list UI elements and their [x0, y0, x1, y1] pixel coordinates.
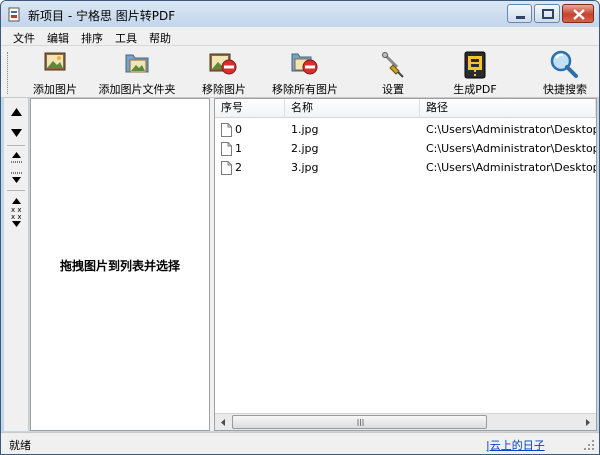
row-path: C:\Users\Administrator\Desktop	[426, 123, 596, 136]
ordering-toolbar: x x x x	[4, 98, 29, 431]
menu-tools[interactable]: 工具	[115, 30, 137, 46]
status-text: 就绪	[9, 439, 31, 452]
file-icon	[221, 161, 232, 175]
menu-bar: 文件 编辑 排序 工具 帮助	[1, 27, 599, 46]
add-image-button[interactable]: 添加图片	[25, 48, 85, 96]
list-header: 序号 名称 路径	[215, 99, 596, 118]
scroll-left-button[interactable]	[215, 414, 232, 430]
remove-all-label: 移除所有图片	[272, 83, 338, 96]
app-window: 新项目 - 宁格思 图片转PDF 文件 编辑 排序 工具 帮助 添加图片 添加图…	[0, 0, 600, 455]
column-header-name[interactable]: 名称	[285, 99, 420, 118]
settings-icon	[382, 52, 404, 78]
move-down-icon	[11, 129, 22, 137]
status-bar: 就绪 |云上的日子	[1, 432, 599, 454]
row-index: 2	[235, 161, 242, 174]
table-row[interactable]: 2 3.jpg C:\Users\Administrator\Desktop	[215, 159, 596, 177]
sort-icon: x x x x	[11, 198, 22, 227]
remove-image-label: 移除图片	[202, 83, 246, 96]
row-name: 3.jpg	[291, 161, 319, 174]
column-header-index[interactable]: 序号	[215, 99, 285, 118]
strip-divider	[7, 145, 25, 146]
file-list: 序号 名称 路径 0 1.jpg C:\Users\Administrator\…	[214, 98, 597, 431]
scroll-right-button[interactable]	[579, 414, 596, 430]
add-folder-label: 添加图片文件夹	[98, 83, 176, 96]
search-icon	[550, 50, 578, 78]
image-drop-area[interactable]: 拖拽图片到列表并选择	[30, 98, 210, 431]
minimize-icon	[516, 16, 525, 19]
move-bottom-button[interactable]	[8, 169, 25, 187]
close-icon	[573, 9, 585, 20]
maximize-icon	[542, 9, 554, 19]
add-folder-icon	[125, 54, 149, 73]
settings-button[interactable]: 设置	[371, 48, 415, 96]
menu-file[interactable]: 文件	[13, 30, 35, 46]
row-name: 1.jpg	[291, 123, 319, 136]
add-folder-button[interactable]: 添加图片文件夹	[95, 48, 179, 96]
move-up-icon	[11, 108, 22, 116]
row-index: 0	[235, 123, 242, 136]
move-up-button[interactable]	[8, 104, 25, 122]
maximize-button[interactable]	[534, 4, 560, 23]
quick-search-label: 快捷搜索	[543, 83, 587, 96]
horizontal-scrollbar[interactable]	[215, 413, 596, 430]
move-top-button[interactable]	[8, 149, 25, 167]
add-image-icon	[44, 52, 66, 71]
move-bottom-icon	[11, 172, 22, 183]
menu-edit[interactable]: 编辑	[47, 30, 69, 46]
add-image-label: 添加图片	[33, 83, 77, 96]
generate-pdf-icon	[464, 51, 486, 79]
toolbar-grip[interactable]	[7, 52, 10, 94]
window-title: 新项目 - 宁格思 图片转PDF	[28, 9, 176, 23]
status-link[interactable]: |云上的日子	[486, 437, 545, 453]
column-header-path[interactable]: 路径	[420, 99, 596, 118]
app-icon	[8, 7, 20, 22]
scrollbar-thumb[interactable]	[232, 415, 487, 429]
move-down-button[interactable]	[8, 124, 25, 142]
remove-all-icon	[291, 53, 318, 75]
generate-pdf-button[interactable]: 生成PDF	[447, 48, 503, 96]
menu-sort[interactable]: 排序	[81, 30, 103, 46]
row-index: 1	[235, 142, 242, 155]
file-icon	[221, 123, 232, 137]
row-path: C:\Users\Administrator\Desktop	[426, 142, 596, 155]
row-path: C:\Users\Administrator\Desktop	[426, 161, 596, 174]
remove-image-button[interactable]: 移除图片	[194, 48, 254, 96]
toolbar: 添加图片 添加图片文件夹 移除图片 移除所有图片 设置 生成PDF 快捷搜索	[1, 46, 599, 98]
file-icon	[221, 142, 232, 156]
quick-search-button[interactable]: 快捷搜索	[535, 48, 595, 96]
menu-help[interactable]: 帮助	[149, 30, 171, 46]
strip-divider	[7, 190, 25, 191]
remove-image-icon	[209, 53, 237, 75]
drop-hint: 拖拽图片到列表并选择	[59, 259, 180, 273]
minimize-button[interactable]	[507, 4, 532, 23]
table-row[interactable]: 0 1.jpg C:\Users\Administrator\Desktop	[215, 121, 596, 139]
sort-button[interactable]: x x x x	[8, 194, 25, 228]
chevron-left-icon	[221, 419, 225, 426]
row-name: 2.jpg	[291, 142, 319, 155]
chevron-right-icon	[586, 419, 590, 426]
settings-label: 设置	[382, 83, 404, 96]
grip-icon	[357, 419, 364, 426]
resize-grip-icon[interactable]	[583, 439, 595, 451]
remove-all-button[interactable]: 移除所有图片	[269, 48, 341, 96]
close-button[interactable]	[562, 4, 594, 23]
generate-pdf-label: 生成PDF	[453, 83, 497, 96]
svg-text:x x: x x	[11, 213, 22, 221]
table-row[interactable]: 1 2.jpg C:\Users\Administrator\Desktop	[215, 140, 596, 158]
move-top-icon	[11, 152, 22, 163]
title-bar[interactable]: 新项目 - 宁格思 图片转PDF	[1, 1, 599, 27]
